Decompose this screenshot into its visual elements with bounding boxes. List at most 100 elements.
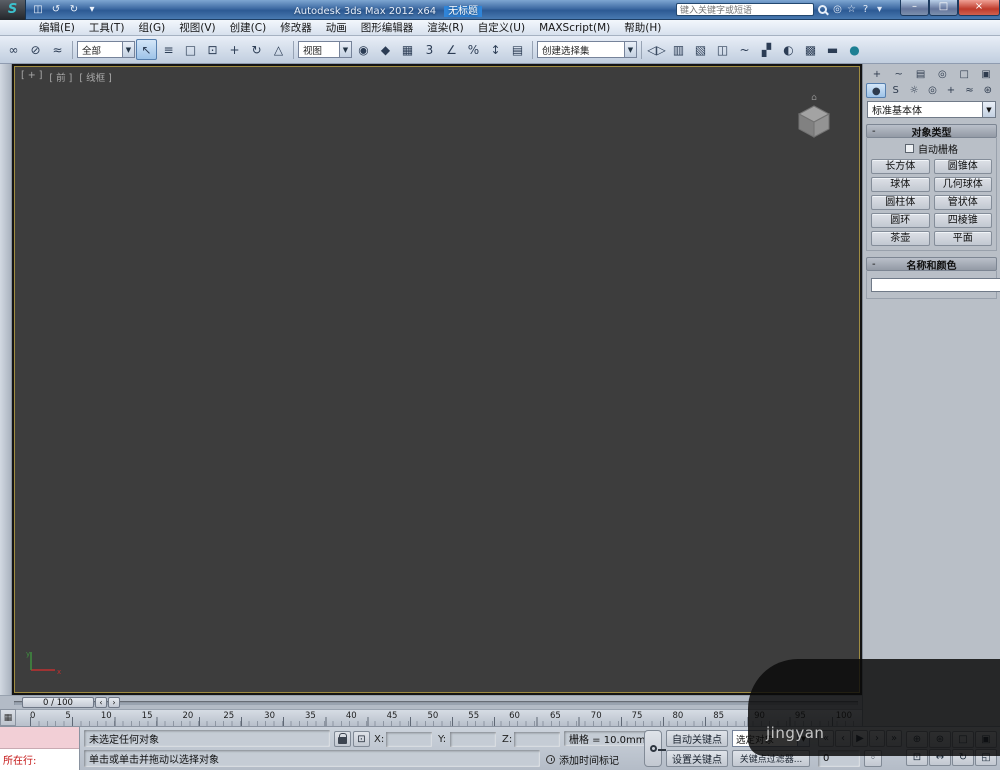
render-setup-button[interactable]: ▩ — [800, 39, 821, 60]
track-bar[interactable]: 0510152025303540455055606570758085909510… — [16, 709, 862, 726]
curve-editor-button[interactable]: ~ — [734, 39, 755, 60]
category-lights[interactable]: ☼ — [905, 83, 923, 98]
button-cone[interactable]: 圆锥体 — [933, 159, 992, 174]
bind-to-space-warp-button[interactable]: ≈ — [47, 39, 68, 60]
angle-snap-button[interactable]: ∠ — [441, 39, 462, 60]
set-key-toggle[interactable]: 设置关键点 — [666, 750, 728, 767]
keyboard-override-toggle[interactable]: ▦ — [397, 39, 418, 60]
select-and-rotate-button[interactable]: ↻ — [246, 39, 267, 60]
render-production-button[interactable]: ● — [844, 39, 865, 60]
menu-tools[interactable]: 工具(T) — [82, 20, 132, 35]
reference-coordinate-dropdown[interactable]: 视图 ▼ — [298, 41, 352, 58]
menu-create[interactable]: 创建(C) — [223, 20, 274, 35]
button-torus[interactable]: 圆环 — [871, 213, 930, 228]
viewcube-home-icon[interactable]: ⌂ — [795, 93, 833, 103]
edit-named-selection-sets-button[interactable]: ▤ — [507, 39, 528, 60]
align-button[interactable]: ▥ — [668, 39, 689, 60]
category-cameras[interactable]: ◎ — [923, 83, 941, 98]
previous-key-button[interactable]: ‹ — [95, 697, 107, 708]
communication-center-button[interactable]: ◎ — [831, 3, 844, 17]
button-plane[interactable]: 平面 — [933, 231, 992, 246]
mirror-button[interactable]: ◁▷ — [646, 39, 667, 60]
menu-group[interactable]: 组(G) — [131, 20, 172, 35]
y-coordinate-field[interactable] — [450, 732, 496, 747]
tab-display[interactable]: □ — [953, 67, 975, 82]
quick-access-dropdown[interactable]: ▾ — [84, 3, 100, 17]
viewport-shading-menu[interactable]: [ 线框 ] — [79, 70, 111, 84]
add-time-tag[interactable]: 添加时间标记 — [546, 752, 619, 767]
menu-edit[interactable]: 编辑(E) — [32, 20, 82, 35]
open-mini-curve-editor-button[interactable]: ▦ — [0, 709, 16, 726]
menu-help[interactable]: 帮助(H) — [617, 20, 668, 35]
z-coordinate-field[interactable] — [514, 732, 560, 747]
menu-customize[interactable]: 自定义(U) — [471, 20, 532, 35]
menu-maxscript[interactable]: MAXScript(M) — [532, 22, 617, 34]
rendered-frame-window-button[interactable]: ▬ — [822, 39, 843, 60]
select-and-move-button[interactable]: + — [224, 39, 245, 60]
snaps-toggle-button[interactable]: 3 — [419, 39, 440, 60]
front-viewport[interactable]: [ + ][ 前 ][ 线框 ] ⌂ x y — [14, 66, 860, 693]
use-center-flyout-button[interactable]: ◉ — [353, 39, 374, 60]
macro-recorder-pane[interactable] — [0, 727, 79, 749]
tab-hierarchy[interactable]: ▤ — [910, 67, 932, 82]
menu-views[interactable]: 视图(V) — [172, 20, 222, 35]
help-button[interactable]: ? — [859, 3, 872, 17]
infocenter-dropdown[interactable]: ▾ — [873, 3, 886, 17]
x-coordinate-field[interactable] — [386, 732, 432, 747]
tab-create[interactable]: + — [866, 67, 888, 82]
autogrid-checkbox[interactable] — [905, 143, 914, 153]
redo-button[interactable]: ↻ — [66, 3, 82, 17]
favorites-button[interactable]: ☆ — [845, 3, 858, 17]
select-and-manipulate-button[interactable]: ◆ — [375, 39, 396, 60]
tab-motion[interactable]: ◎ — [931, 67, 953, 82]
geometry-subtype-dropdown[interactable]: 标准基本体 ▼ — [867, 101, 996, 118]
search-icon[interactable] — [818, 5, 827, 14]
button-sphere[interactable]: 球体 — [871, 177, 930, 192]
button-tube[interactable]: 管状体 — [933, 195, 992, 210]
button-pyramid[interactable]: 四棱锥 — [933, 213, 992, 228]
maximize-button[interactable]: □ — [929, 0, 958, 16]
object-name-field[interactable] — [871, 277, 1000, 292]
category-systems[interactable]: ⊛ — [979, 83, 997, 98]
viewcube-cube-icon[interactable] — [795, 104, 833, 138]
button-box[interactable]: 长方体 — [871, 159, 930, 174]
schematic-view-button[interactable]: ▞ — [756, 39, 777, 60]
select-and-scale-button[interactable]: △ — [268, 39, 289, 60]
listener-pane[interactable]: 所在行: — [0, 749, 79, 770]
category-geometry[interactable]: ● — [866, 82, 887, 98]
category-helpers[interactable]: + — [942, 83, 960, 98]
next-key-button[interactable]: › — [108, 697, 120, 708]
select-by-name-button[interactable]: ≡ — [158, 39, 179, 60]
select-and-link-button[interactable]: ∞ — [3, 39, 24, 60]
button-teapot[interactable]: 茶壶 — [871, 231, 930, 246]
viewport-pov-menu[interactable]: [ 前 ] — [49, 70, 72, 84]
auto-key-toggle[interactable]: 自动关键点 — [666, 730, 728, 747]
selection-filter-dropdown[interactable]: 全部 ▼ — [77, 41, 135, 58]
category-space-warps[interactable]: ≈ — [960, 83, 978, 98]
name-color-rollout-header[interactable]: - 名称和颜色 — [866, 257, 997, 272]
tab-modify[interactable]: ~ — [888, 67, 910, 82]
category-shapes[interactable]: S — [886, 83, 904, 98]
minimize-button[interactable]: – — [900, 0, 929, 16]
layer-manager-button[interactable]: ▧ — [690, 39, 711, 60]
named-selection-sets-dropdown[interactable]: 创建选择集 ▼ — [537, 41, 637, 58]
application-menu-button[interactable]: S — [0, 0, 26, 20]
time-slider-track[interactable] — [14, 701, 858, 705]
menu-graph-editors[interactable]: 图形编辑器 — [354, 20, 421, 35]
material-editor-button[interactable]: ◐ — [778, 39, 799, 60]
undo-button[interactable]: ↺ — [48, 3, 64, 17]
save-button[interactable]: ◫ — [30, 3, 46, 17]
menu-rendering[interactable]: 渲染(R) — [420, 20, 471, 35]
unlink-selection-button[interactable]: ⊘ — [25, 39, 46, 60]
menu-animation[interactable]: 动画 — [319, 20, 354, 35]
button-cylinder[interactable]: 圆柱体 — [871, 195, 930, 210]
close-button[interactable]: × — [958, 0, 1000, 16]
absolute-mode-toggle[interactable]: ⊡ — [353, 731, 370, 747]
menu-modifiers[interactable]: 修改器 — [273, 20, 319, 35]
percent-snap-button[interactable]: % — [463, 39, 484, 60]
tab-utilities[interactable]: ▣ — [975, 67, 997, 82]
search-input[interactable] — [677, 4, 813, 15]
window-crossing-toggle[interactable]: ⊡ — [202, 39, 223, 60]
object-type-rollout-header[interactable]: - 对象类型 — [866, 124, 997, 139]
viewcube[interactable]: ⌂ — [795, 93, 833, 141]
